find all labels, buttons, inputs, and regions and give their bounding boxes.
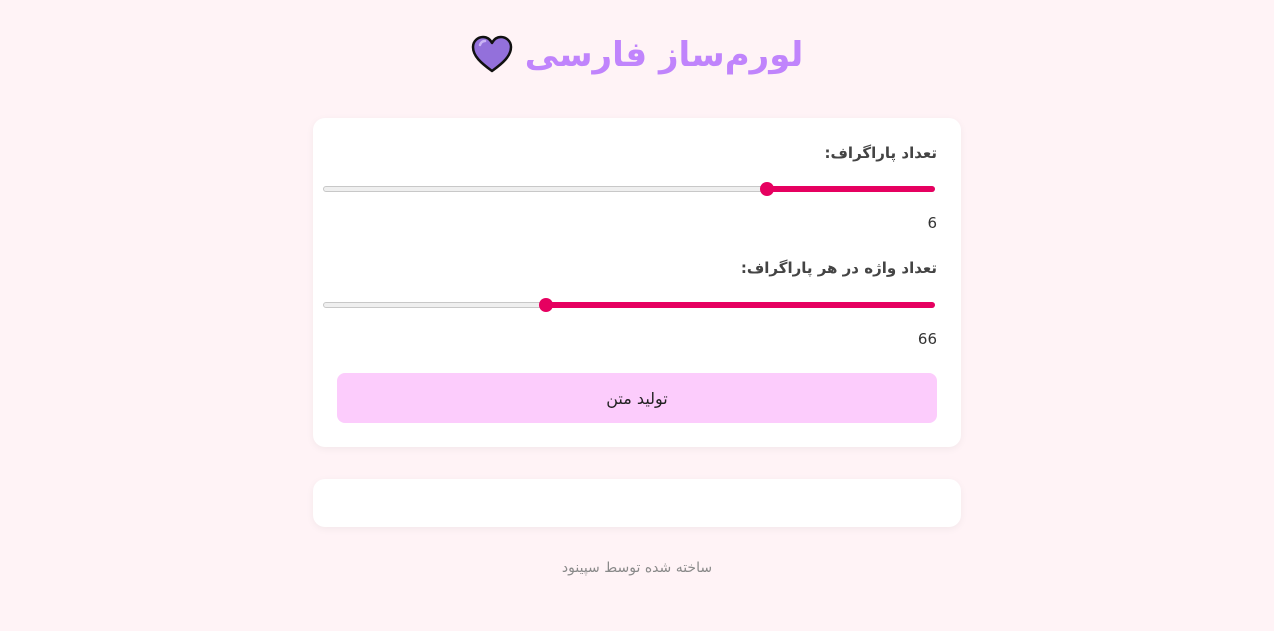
paragraph-count-value: 6: [927, 214, 937, 232]
heart-icon: [471, 35, 513, 75]
footer-credit: ساخته شده توسط سپینود: [561, 560, 713, 576]
words-per-paragraph-value: 66: [917, 330, 937, 348]
generate-button[interactable]: تولید متن: [337, 373, 937, 423]
slider-fill: [546, 302, 935, 308]
slider-thumb[interactable]: [539, 298, 554, 312]
paragraph-count-label: تعداد پاراگراف:: [824, 144, 938, 162]
paragraph-count-slider[interactable]: [323, 179, 935, 199]
words-per-paragraph-label: تعداد واژه در هر پاراگراف:: [740, 259, 937, 277]
slider-fill: [766, 186, 935, 192]
output-card: [313, 479, 961, 527]
page-title: لورم‌ساز فارسی: [524, 35, 804, 75]
slider-thumb[interactable]: [759, 182, 774, 196]
words-per-paragraph-slider[interactable]: [323, 295, 935, 315]
header: لورم‌ساز فارسی: [0, 30, 1274, 80]
settings-card: تعداد پاراگراف: 6 تعداد واژه در هر پاراگ…: [313, 118, 961, 447]
